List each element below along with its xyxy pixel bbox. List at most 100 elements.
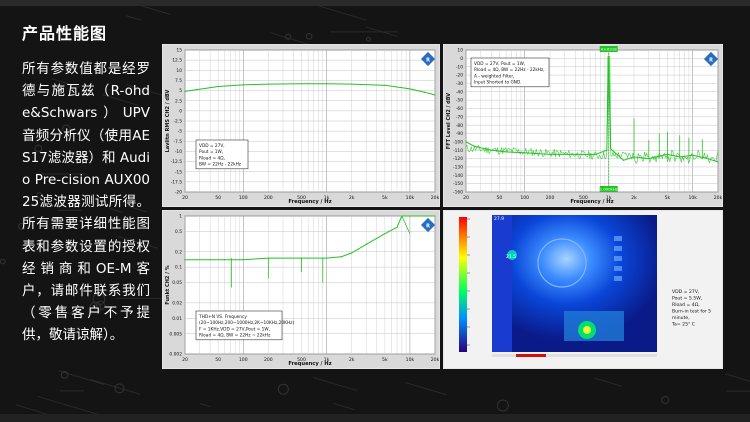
y-tick-label: -10 [456,64,463,70]
data-point [184,259,186,261]
chart-svg: 20 50 100 200 500 1k 2k 5k 10k 20k10.50.20.10.050… [165,214,439,367]
y-tick-label: -70 [456,114,463,120]
x-tick-label: 200 [264,357,273,363]
x-tick-label: 10k [688,195,697,201]
y-tick-label: 12.5 [172,58,182,64]
thermal-image-panel: 27.9 21.5 VDD = 27V, Pout = 5.5W, Rload = 4Ω… [443,210,723,369]
data-point [242,259,244,261]
y-tick-label: -60 [456,106,463,112]
data-point [622,159,625,161]
x-tick-label: 50 [215,357,221,363]
annotation-line: Input Shorted to GND. [474,80,522,86]
data-point [325,257,328,259]
x-tick-label: 2k [349,195,355,201]
y-tick-label: 1 [179,214,182,220]
data-point [217,85,219,88]
cursor-top-label: A3.6318 [601,47,617,52]
x-tick-label: 10k [406,195,415,201]
y-tick-label: -40 [456,89,463,95]
annotation-line: BW = 22Hz - 22kHz [199,162,242,168]
x-tick-label: 100 [239,195,248,201]
y-tick-label: 0.5 [175,229,182,235]
data-point [409,215,411,217]
y-tick-label: -110 [453,148,463,154]
y-tick-label: 0 [460,56,463,62]
y-tick-label: 0.02 [172,300,182,306]
data-point [423,91,426,93]
y-tick-label: 0.002 [169,352,182,358]
y-tick-label: 0.005 [169,331,182,337]
temp-marker-min: 21.5 [506,254,516,260]
temperature-scale-bar [459,217,467,352]
thermal-info-line: minute, [672,315,690,321]
y-tick-label: -12.5 [171,159,183,165]
rs-logo-letter: R [709,58,713,64]
description-text: 所有参数值都是经罗德与施瓦兹（R-ohde&Schwars）UPV音频分析仪（使… [22,61,150,344]
cursor-bottom-label: 1.000kHz [600,187,618,192]
x-tick-label: 5k [382,195,388,201]
data-point [434,94,436,96]
component-pad [614,236,622,241]
x-tick-label: 50 [496,195,502,201]
x-tick-label: 200 [264,195,273,201]
data-point [465,141,467,143]
y-tick-label: -17.5 [171,179,183,185]
thermal-info-line: Burn-in test for 5 [672,309,711,315]
y-tick-label: -100 [453,139,463,145]
y-tick-label: 10 [457,48,463,54]
y-tick-label: -7.5 [173,139,182,145]
y-tick-label: 0.05 [172,280,182,286]
y-tick-label: -10 [175,149,182,155]
x-tick-label: 20 [463,195,469,201]
y-tick-label: -15 [175,169,182,175]
data-point [434,215,436,217]
x-tick-label: 100 [520,195,529,201]
data-point [300,83,303,85]
y-tick-label: 5 [179,88,182,94]
x-tick-label: 20k [431,357,439,363]
annotation-line: VDD = 27V, [199,143,225,149]
y-tick-label: -30 [456,81,463,87]
data-point [384,84,386,86]
thermal-info-line: Pout = 5.5W, [672,296,703,302]
y-tick-label: 0.2 [175,249,182,255]
y-tick-label: -5 [178,129,183,135]
y-tick-label: 7.5 [175,78,182,84]
y-axis-label: FFT Level CH2 / dBV [446,93,452,149]
data-point [351,252,353,254]
hotspot-inner [583,326,591,334]
y-tick-label: -130 [453,165,463,171]
chart-svg: 20 50 100 200 500 1k 2k 5k 10k 20k1512.5107.552.5… [165,48,439,205]
x-axis-label: Frequency / Hz [288,199,331,205]
data-point [325,83,328,85]
x-tick-label: 10k [406,357,415,363]
x-tick-label: 100 [239,357,248,363]
data-point [384,233,386,235]
y-tick-label: -150 [453,181,463,187]
y-tick-label: -80 [456,123,463,129]
thermal-timeline-marker [516,354,546,357]
annotation-line: VDD = 27V, Pout = 1W, [474,61,525,67]
x-tick-label: 20k [431,195,439,201]
thermal-svg: 27.9 21.5 VDD = 27V,Pout = 5.5W,Rload = 4Ω… [459,215,711,357]
data-point [267,83,269,85]
y-tick-label: 15 [176,48,182,54]
background-bottom-strip [0,414,750,422]
y-tick-label: -2.5 [173,119,182,125]
thermal-info-line: Ta= 25° C [671,322,695,328]
thd-n-vs-frequency-chart: 20 50 100 200 500 1k 2k 5k 10k 20k 1 0.5 0.2 0.1 0.05 0… [162,210,440,369]
y-tick-label: 0 [179,108,182,114]
x-tick-label: 2k [349,357,355,363]
annotation-line: Rload = 4Ω, BW = 22Hz ~ 22kHz [199,333,271,339]
data-point [365,243,367,245]
y-tick-label: -140 [453,173,463,179]
data-point [423,215,426,217]
page-title: 产品性能图 [22,24,108,43]
x-tick-label: 2k [631,195,637,201]
thermal-info-line: Rload = 4Ω, [672,302,700,308]
component-pad [614,256,622,261]
temp-marker-max: 27.9 [494,216,504,222]
x-tick-label: 50 [215,195,221,201]
y-axis-label: Funkt CH2 / % [165,265,171,304]
x-tick-label: 200 [546,195,555,201]
